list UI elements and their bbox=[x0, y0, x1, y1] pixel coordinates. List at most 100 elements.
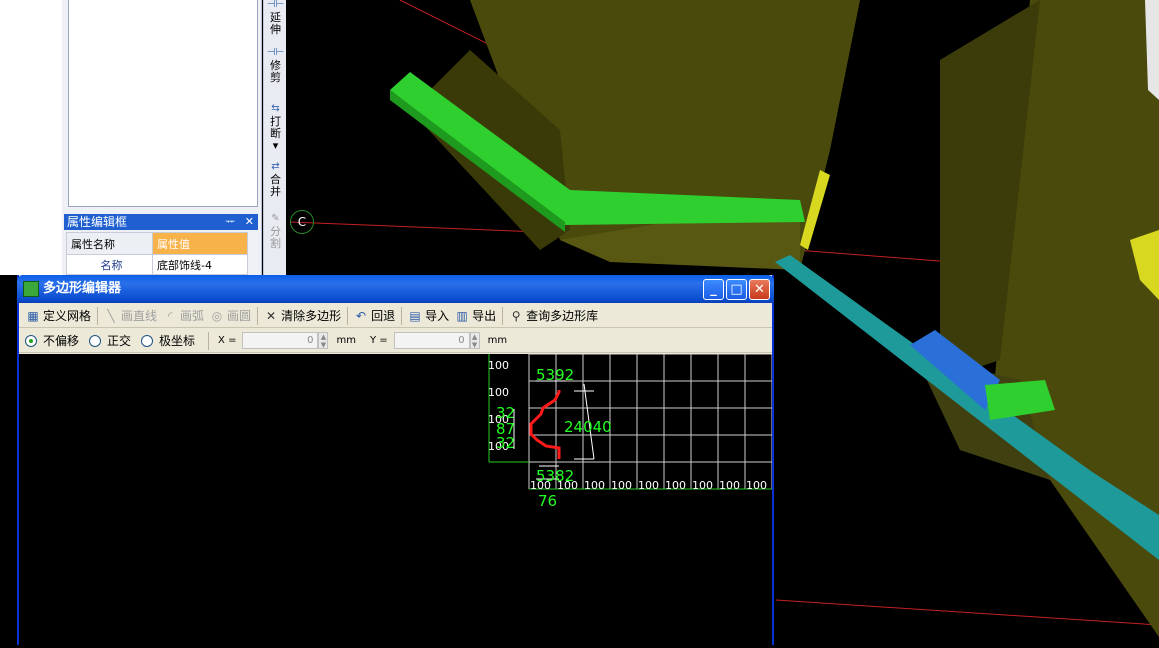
app-icon bbox=[23, 281, 39, 297]
radio-dot bbox=[25, 334, 37, 347]
toolbar-separator bbox=[97, 306, 99, 325]
y-input[interactable]: 0 bbox=[393, 332, 470, 349]
property-editor-title-text: 属性编辑框 bbox=[67, 215, 128, 229]
draw-arc-button[interactable]: ◜ 画弧 bbox=[160, 305, 207, 327]
grid-icon: ▦ bbox=[27, 308, 39, 323]
polygon-canvas[interactable]: 100 100 100 100 100 100 100 100 100 100 … bbox=[19, 353, 773, 645]
arc-icon: ◜ bbox=[167, 308, 173, 323]
x-input[interactable]: 0 bbox=[242, 332, 319, 349]
x-coordinate-group: X = 0 ▲ ▼ mm bbox=[218, 332, 370, 349]
radio-dot bbox=[141, 334, 154, 347]
extend-icon: ⊣⊢ bbox=[266, 0, 285, 10]
table-row[interactable]: 名称 底部饰线-4 bbox=[66, 254, 248, 275]
clear-polygon-button[interactable]: ✕ 清除多边形 bbox=[261, 305, 344, 327]
line-icon: ╲ bbox=[107, 308, 115, 323]
merge-icon: ⇄ bbox=[271, 161, 280, 172]
grid-label-x: 100 bbox=[584, 479, 605, 492]
clear-polygon-label: 清除多边形 bbox=[281, 309, 342, 323]
query-library-button[interactable]: ⚲ 查询多边形库 bbox=[506, 305, 601, 327]
split-button[interactable]: ✎ 分 割 bbox=[264, 214, 287, 250]
polygon-drawing[interactable]: 100 100 100 100 100 100 100 100 100 100 … bbox=[19, 353, 773, 645]
split-label: 分 割 bbox=[270, 225, 281, 250]
y-label: Y = bbox=[369, 335, 388, 346]
grid-label-y: 100 bbox=[488, 386, 509, 399]
import-label: 导入 bbox=[425, 309, 450, 323]
grid-label-x: 100 bbox=[719, 479, 740, 492]
merge-label: 合 并 bbox=[270, 173, 281, 198]
break-icon: ⇆ bbox=[271, 103, 280, 114]
merge-button[interactable]: ⇄ 合 并 bbox=[264, 162, 287, 198]
dialog-titlebar[interactable]: 多边形编辑器 _ □ ✕ bbox=[17, 275, 774, 303]
export-label: 导出 bbox=[472, 309, 497, 323]
y-unit: mm bbox=[487, 335, 508, 346]
extend-label: 延 伸 bbox=[270, 11, 281, 36]
edit-toolbar: ⊣⊢ 延 伸 ⊣⊢ 修 剪 ⇆ 打 断 ▾ ⇄ 合 并 ✎ 分 割 bbox=[263, 0, 286, 275]
trim-label: 修 剪 bbox=[270, 59, 281, 84]
x-unit: mm bbox=[336, 335, 356, 346]
property-name-cell: 名称 bbox=[66, 254, 153, 275]
draw-circle-button[interactable]: ◎ 画圆 bbox=[207, 305, 254, 327]
polygon-editor-dialog: 多边形编辑器 _ □ ✕ ▦ 定义网格 ╲ 画直线 ◜ 画弧 ◎ 画圆 ✕ 清除多边形 ↶… bbox=[17, 275, 774, 645]
pin-icon[interactable]: ᅲ bbox=[225, 215, 235, 228]
close-button[interactable]: ✕ bbox=[749, 279, 770, 300]
toolbar-separator bbox=[257, 306, 259, 325]
import-icon: ▤ bbox=[409, 308, 421, 323]
snap-cursor: C bbox=[290, 210, 314, 234]
grid-label-x: 100 bbox=[665, 479, 686, 492]
grid-label-y: 100 bbox=[488, 359, 509, 372]
property-editor-title: 属性编辑框 ᅲ ✕ bbox=[64, 214, 258, 230]
polygon-profile[interactable] bbox=[529, 390, 561, 459]
close-icon[interactable]: ✕ bbox=[245, 215, 254, 228]
import-button[interactable]: ▤ 导入 bbox=[405, 305, 452, 327]
export-button[interactable]: ▥ 导出 bbox=[452, 305, 499, 327]
undo-button[interactable]: ↶ 回退 bbox=[351, 305, 398, 327]
dialog-toolbar: ▦ 定义网格 ╲ 画直线 ◜ 画弧 ◎ 画圆 ✕ 清除多边形 ↶ 回退 ▤ 导入 ▥ 导出 ⚲ 查… bbox=[19, 304, 772, 328]
maximize-button[interactable]: □ bbox=[726, 279, 747, 300]
extend-button[interactable]: ⊣⊢ 延 伸 bbox=[264, 0, 287, 36]
radio-no-offset-label: 不偏移 bbox=[43, 334, 80, 348]
undo-icon: ↶ bbox=[356, 308, 367, 323]
toolbar-separator bbox=[502, 306, 504, 325]
search-icon: ⚲ bbox=[511, 308, 521, 323]
minimize-button[interactable]: _ bbox=[703, 279, 724, 300]
grid-label-x: 100 bbox=[746, 479, 767, 492]
dim-bottom-total: 76 bbox=[538, 492, 557, 510]
options-bar: 不偏移 正交 极坐标 X = 0 ▲ ▼ mm Y = 0 ▲ ▼ mm bbox=[19, 329, 772, 353]
y-spinner[interactable]: ▲ ▼ bbox=[469, 332, 480, 349]
split-icon: ✎ bbox=[271, 213, 280, 224]
radio-dot bbox=[89, 334, 102, 347]
left-panel: 属性编辑框 ᅲ ✕ 属性名称 属性值 名称 底部饰线-4 bbox=[62, 0, 262, 275]
radio-orthogonal[interactable]: 正交 bbox=[89, 332, 131, 349]
draw-line-label: 画直线 bbox=[121, 309, 158, 323]
query-library-label: 查询多边形库 bbox=[526, 309, 599, 323]
x-spinner[interactable]: ▲ ▼ bbox=[318, 332, 329, 349]
col-header-property-value[interactable]: 属性值 bbox=[152, 232, 248, 255]
clear-icon: ✕ bbox=[266, 308, 277, 323]
grid-label-x: 100 bbox=[692, 479, 713, 492]
define-grid-button[interactable]: ▦ 定义网格 bbox=[23, 305, 94, 327]
property-table: 属性名称 属性值 名称 底部饰线-4 bbox=[66, 232, 248, 275]
trim-icon: ⊣⊢ bbox=[266, 47, 285, 58]
toolbar-separator bbox=[347, 306, 349, 325]
radio-polar[interactable]: 极坐标 bbox=[141, 332, 195, 349]
property-value-cell[interactable]: 底部饰线-4 bbox=[152, 254, 248, 275]
break-button[interactable]: ⇆ 打 断 ▾ bbox=[264, 104, 287, 152]
draw-line-button[interactable]: ╲ 画直线 bbox=[101, 305, 160, 327]
x-label: X = bbox=[218, 335, 237, 346]
radio-no-offset[interactable]: 不偏移 bbox=[25, 332, 79, 349]
dim-left: 32 bbox=[496, 434, 515, 452]
draw-arc-label: 画弧 bbox=[180, 309, 205, 323]
trim-button[interactable]: ⊣⊢ 修 剪 bbox=[264, 48, 287, 84]
left-margin bbox=[0, 0, 62, 275]
col-header-property-name[interactable]: 属性名称 bbox=[66, 232, 153, 255]
toolbar-separator bbox=[401, 306, 403, 325]
y-coordinate-group: Y = 0 ▲ ▼ mm bbox=[370, 332, 521, 349]
grid-label-x: 100 bbox=[611, 479, 632, 492]
dim-right: 24040 bbox=[564, 418, 612, 436]
draw-circle-label: 画圆 bbox=[227, 309, 252, 323]
dialog-title: 多边形编辑器 bbox=[43, 281, 122, 296]
dim-bottom: 5382 bbox=[536, 467, 574, 485]
component-tree[interactable] bbox=[68, 0, 258, 207]
define-grid-label: 定义网格 bbox=[43, 309, 92, 323]
undo-label: 回退 bbox=[371, 309, 396, 323]
